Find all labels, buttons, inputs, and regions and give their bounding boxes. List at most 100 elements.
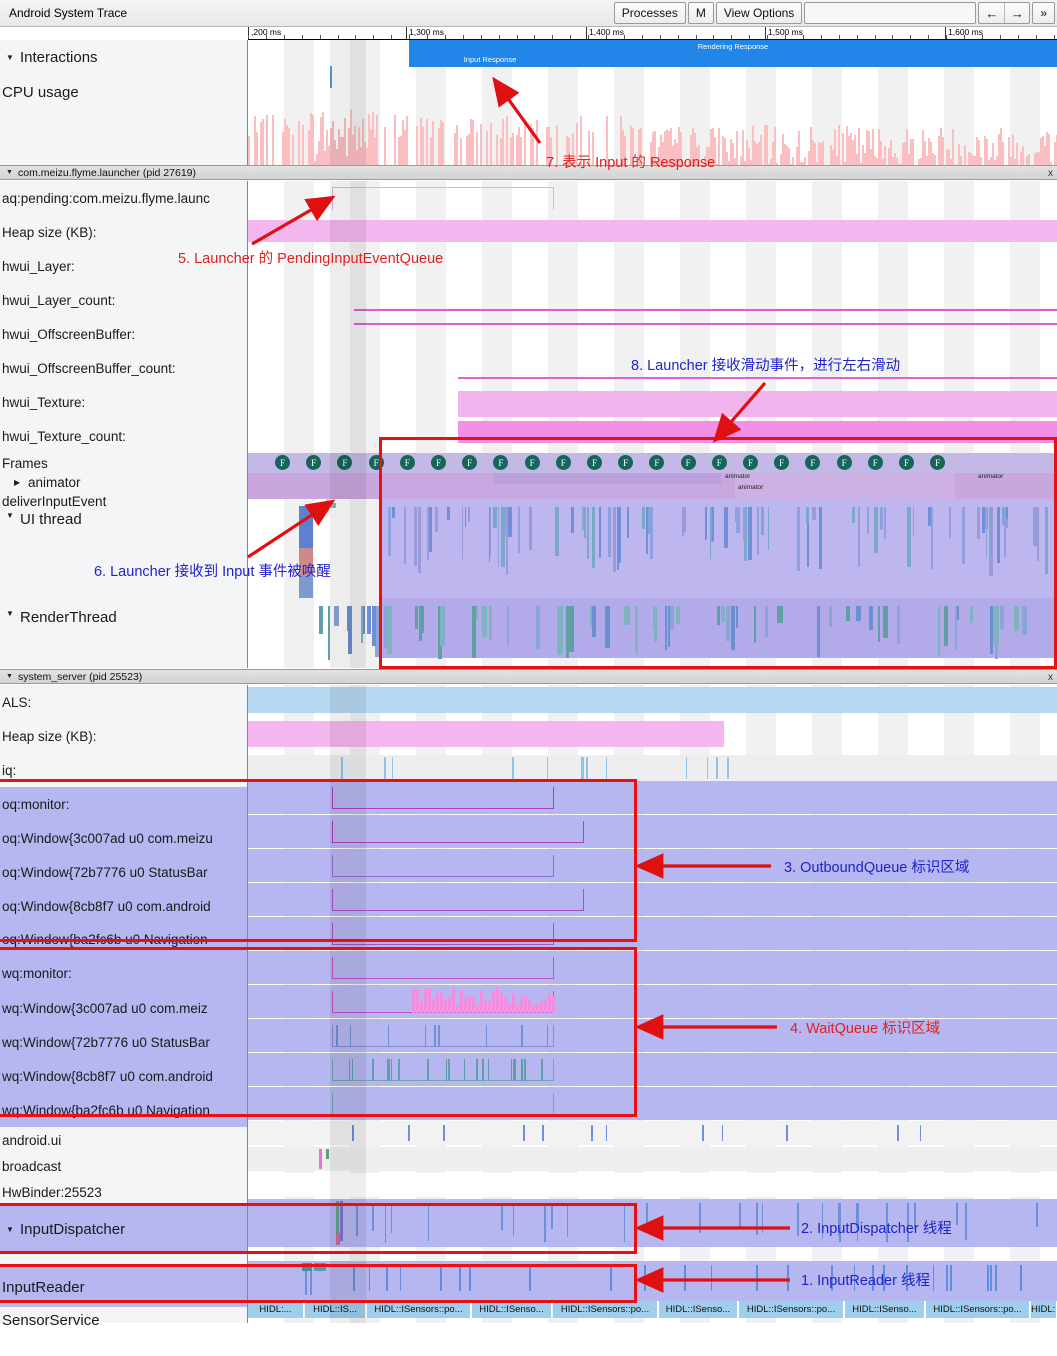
track-cpu-usage[interactable]: CPU usage bbox=[0, 75, 247, 110]
frame-badge[interactable]: F bbox=[400, 455, 415, 470]
next-arrow-icon[interactable]: → bbox=[1004, 3, 1029, 23]
track-label: hwui_Texture_count: bbox=[2, 429, 126, 444]
wait-queue-histogram-bar bbox=[416, 990, 419, 1013]
processes-button[interactable]: Processes bbox=[614, 2, 686, 24]
track-input-reader[interactable]: InputReader bbox=[0, 1267, 247, 1307]
als-counter bbox=[248, 687, 1057, 713]
sensor-service-slice[interactable]: HIDL::ISenso... bbox=[472, 1301, 552, 1318]
track-input-dispatcher[interactable]: ▼ InputDispatcher bbox=[0, 1205, 247, 1253]
more-button[interactable]: » bbox=[1032, 2, 1055, 24]
track-label: aq:pending:com.meizu.flyme.launc bbox=[2, 191, 210, 206]
wait-queue-marker bbox=[438, 1025, 440, 1047]
process-header-system-server[interactable]: ▼ system_server (pid 25523) x bbox=[0, 669, 1057, 684]
wait-queue-histogram-bar bbox=[444, 999, 447, 1013]
track-wq-window-1[interactable]: wq:Window{3c007ad u0 com.meiz bbox=[0, 991, 247, 1025]
process-header-launcher[interactable]: ▼ com.meizu.flyme.launcher (pid 27619) x bbox=[0, 165, 1057, 180]
track-frames[interactable]: Frames bbox=[0, 453, 247, 473]
track-aq-pending[interactable]: aq:pending:com.meizu.flyme.launc bbox=[0, 181, 247, 215]
frame-badge[interactable]: F bbox=[431, 455, 446, 470]
track-oq-window-1[interactable]: oq:Window{3c007ad u0 com.meizu bbox=[0, 821, 247, 855]
outbound-queue-slice bbox=[332, 923, 554, 945]
input-reader-slice bbox=[440, 1265, 442, 1291]
frame-badge[interactable]: F bbox=[868, 455, 883, 470]
track-heap-size[interactable]: Heap size (KB): bbox=[0, 215, 247, 249]
sensor-service-slice[interactable]: HIDL::ISensors::po... bbox=[553, 1301, 658, 1318]
track-hwui-texture[interactable]: hwui_Texture: bbox=[0, 385, 247, 419]
track-oq-window-4[interactable]: oq:Window{ba2fc6b u0 Navigation bbox=[0, 923, 247, 955]
frame-badge[interactable]: F bbox=[587, 455, 602, 470]
prev-arrow-icon[interactable]: ← bbox=[979, 3, 1004, 23]
track-wq-monitor[interactable]: wq:monitor: bbox=[0, 955, 247, 991]
frame-badge[interactable]: F bbox=[712, 455, 727, 470]
wait-queue-marker bbox=[446, 1059, 448, 1081]
sensor-service-slice[interactable]: HIDL::ISensors::po... bbox=[926, 1301, 1030, 1318]
ui-thread-slice bbox=[812, 507, 816, 520]
wait-queue-histogram-bar bbox=[528, 999, 531, 1013]
track-hwui-offscreenbuffer[interactable]: hwui_OffscreenBuffer: bbox=[0, 317, 247, 351]
wait-queue-marker bbox=[349, 1059, 351, 1081]
search-input[interactable] bbox=[804, 2, 976, 24]
track-animator[interactable]: ▶ animator bbox=[0, 473, 247, 491]
sensor-service-slice[interactable]: HIDL::ISensors::po... bbox=[739, 1301, 844, 1318]
track-label: oq:Window{ba2fc6b u0 Navigation bbox=[2, 932, 208, 947]
wait-queue-slice bbox=[332, 957, 554, 979]
frame-badge[interactable]: F bbox=[275, 455, 290, 470]
frame-badge[interactable]: F bbox=[369, 455, 384, 470]
input-reader-slice bbox=[469, 1265, 471, 1291]
chevron-down-icon[interactable]: ▼ bbox=[6, 511, 20, 520]
track-wq-window-3[interactable]: wq:Window{8cb8f7 u0 com.android bbox=[0, 1059, 247, 1093]
track-broadcast[interactable]: broadcast bbox=[0, 1153, 247, 1179]
render-thread-slice bbox=[668, 606, 671, 647]
m-button[interactable]: M bbox=[688, 2, 714, 24]
track-hwbinder[interactable]: HwBinder:25523 bbox=[0, 1179, 247, 1205]
chevron-down-icon[interactable]: ▼ bbox=[6, 169, 18, 176]
wait-queue-marker bbox=[547, 1025, 549, 1047]
view-options-button[interactable]: View Options bbox=[716, 2, 802, 24]
close-icon[interactable]: x bbox=[1048, 166, 1053, 181]
android-ui-marker bbox=[523, 1125, 525, 1141]
track-sensor-service[interactable]: SensorService bbox=[0, 1307, 247, 1333]
track-interactions[interactable]: ▼ Interactions bbox=[0, 40, 247, 75]
chevron-down-icon[interactable]: ▼ bbox=[6, 1225, 20, 1234]
render-thread-slice bbox=[1014, 606, 1018, 631]
track-android-ui[interactable]: android.ui bbox=[0, 1127, 247, 1153]
track-oq-window-2[interactable]: oq:Window{72b7776 u0 StatusBar bbox=[0, 855, 247, 889]
track-wq-window-4[interactable]: wq:Window{ba2fc6b u0 Navigation bbox=[0, 1093, 247, 1127]
frame-badge[interactable]: F bbox=[743, 455, 758, 470]
iq-track bbox=[248, 755, 1057, 781]
frame-badge[interactable]: F bbox=[525, 455, 540, 470]
chevron-right-icon[interactable]: ▶ bbox=[14, 478, 28, 487]
track-deliverinputevent[interactable]: deliverInputEvent bbox=[0, 491, 247, 511]
interaction-input-response[interactable]: Input Response bbox=[428, 53, 552, 67]
time-ruler[interactable]: ,200 ms 1,300 ms 1,400 ms 1,500 ms 1,600… bbox=[248, 27, 1057, 40]
frame-badge[interactable]: F bbox=[837, 455, 852, 470]
track-hwui-layer-count[interactable]: hwui_Layer_count: bbox=[0, 283, 247, 317]
track-als[interactable]: ALS: bbox=[0, 685, 247, 719]
render-thread-slice bbox=[590, 606, 592, 627]
track-iq[interactable]: iq: bbox=[0, 753, 247, 787]
ui-thread-slice bbox=[501, 507, 504, 567]
close-icon[interactable]: x bbox=[1048, 670, 1053, 685]
sensor-service-slice[interactable]: HIDL:... bbox=[248, 1301, 304, 1318]
input-dispatcher-slice bbox=[965, 1203, 967, 1240]
track-hwui-offscreen-count[interactable]: hwui_OffscreenBuffer_count: bbox=[0, 351, 247, 385]
sensor-service-slice[interactable]: HIDL::ISensors::po... bbox=[367, 1301, 471, 1318]
chevron-down-icon[interactable]: ▼ bbox=[6, 609, 20, 618]
chevron-down-icon[interactable]: ▼ bbox=[6, 673, 18, 680]
sensor-service-slice[interactable]: HIDL::IS... bbox=[305, 1301, 366, 1318]
track-hwui-texture-count[interactable]: hwui_Texture_count: bbox=[0, 419, 247, 453]
sensor-service-slice[interactable]: HIDL::ISenso... bbox=[659, 1301, 738, 1318]
chevron-down-icon[interactable]: ▼ bbox=[6, 53, 20, 62]
track-heap-size[interactable]: Heap size (KB): bbox=[0, 719, 247, 753]
input-dispatcher-slice bbox=[513, 1203, 515, 1236]
track-oq-window-3[interactable]: oq:Window{8cb8f7 u0 com.android bbox=[0, 889, 247, 923]
sensor-service-slice[interactable]: HIDL::IS... bbox=[1031, 1301, 1057, 1318]
ruler-minor-tick bbox=[678, 35, 679, 39]
frame-badge[interactable]: F bbox=[899, 455, 914, 470]
track-oq-monitor[interactable]: oq:monitor: bbox=[0, 787, 247, 821]
frame-badge[interactable]: F bbox=[556, 455, 571, 470]
sensor-service-slice[interactable]: HIDL::ISenso... bbox=[845, 1301, 925, 1318]
track-wq-window-2[interactable]: wq:Window{72b7776 u0 StatusBar bbox=[0, 1025, 247, 1059]
track-render-thread[interactable]: ▼ RenderThread bbox=[0, 609, 247, 669]
frame-badge[interactable]: F bbox=[681, 455, 696, 470]
